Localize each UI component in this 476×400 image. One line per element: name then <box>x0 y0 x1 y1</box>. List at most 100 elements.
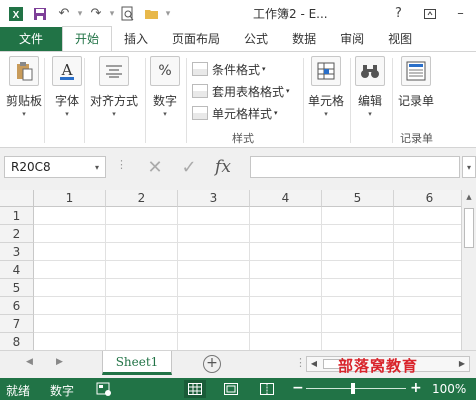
tab-home[interactable]: 开始 <box>62 26 113 51</box>
previous-sheet-icon[interactable]: ◀ <box>26 357 33 367</box>
formula-bar: R20C8 ▾ ⋮ ✕ ✓ fx ▾ <box>0 148 476 190</box>
ribbon-display-options-icon[interactable] <box>414 0 445 27</box>
undo-dropdown-icon[interactable]: ▾ <box>76 9 84 19</box>
page-break-view-icon[interactable] <box>256 380 278 398</box>
cells-icon <box>311 56 341 86</box>
editing-button[interactable]: 编辑 ▾ <box>355 56 385 118</box>
form-icon <box>401 56 431 86</box>
record-group-label: 记录单 <box>400 132 433 145</box>
zoom-level[interactable]: 100% <box>432 382 466 396</box>
divider <box>84 58 85 143</box>
vertical-scrollbar[interactable]: ▲ <box>461 190 476 350</box>
select-all-corner[interactable] <box>0 190 34 207</box>
column-header[interactable]: 6 <box>394 190 461 207</box>
help-button[interactable]: ? <box>383 0 414 27</box>
excel-app-icon[interactable]: X <box>4 2 28 26</box>
drag-handle-icon[interactable]: ⋮ <box>116 158 127 171</box>
name-box[interactable]: R20C8 ▾ <box>4 156 106 178</box>
row-header[interactable]: 1 <box>0 207 34 225</box>
title-bar: X ↶ ▾ ↷ ▾ ▾ 工作簿2 - E... ? – <box>0 0 476 27</box>
customize-toolbar-icon[interactable]: ▾ <box>164 9 172 19</box>
row-header[interactable]: 5 <box>0 279 34 297</box>
open-folder-icon[interactable] <box>140 2 164 26</box>
column-header[interactable]: 1 <box>34 190 106 207</box>
cell-styles-icon <box>192 106 208 120</box>
divider <box>186 58 187 143</box>
svg-text:A: A <box>61 61 73 79</box>
chevron-down-icon: ▾ <box>286 87 290 95</box>
number-label: 数字 <box>152 94 177 108</box>
zoom-slider-thumb[interactable] <box>351 383 355 394</box>
tab-view[interactable]: 视图 <box>376 27 424 51</box>
redo-icon[interactable]: ↷ <box>84 2 108 26</box>
cell-area[interactable] <box>34 207 461 350</box>
scroll-right-icon[interactable]: ▶ <box>455 357 469 371</box>
row-header[interactable]: 8 <box>0 333 34 350</box>
ribbon: 剪贴板 ▾ A 字体 ▾ 对齐方式 ▾ % 数字 ▾ 条件格式 ▾ 套用表格格式 <box>0 51 476 148</box>
alignment-button[interactable]: 对齐方式 ▾ <box>90 56 138 118</box>
clipboard-label: 剪贴板 <box>6 94 43 108</box>
drag-handle-icon[interactable]: ⋮ <box>295 356 306 369</box>
divider <box>44 58 45 143</box>
row-header[interactable]: 3 <box>0 243 34 261</box>
column-header[interactable]: 2 <box>106 190 178 207</box>
number-dropdown-icon: ▾ <box>163 110 167 118</box>
format-as-table-button[interactable]: 套用表格格式 ▾ <box>192 80 290 102</box>
record-form-button[interactable]: 记录单 <box>398 56 434 109</box>
tab-data[interactable]: 数据 <box>280 27 328 51</box>
expand-formula-icon[interactable]: ▾ <box>462 156 476 178</box>
cells-label: 单元格 <box>308 94 345 108</box>
page-layout-view-icon[interactable] <box>220 380 242 398</box>
alignment-dropdown-icon: ▾ <box>112 110 116 118</box>
vertical-scroll-thumb[interactable] <box>464 208 474 248</box>
row-header[interactable]: 4 <box>0 261 34 279</box>
zoom-in-icon[interactable]: + <box>410 380 422 396</box>
styles-group: 条件格式 ▾ 套用表格格式 ▾ 单元格样式 ▾ <box>192 58 290 124</box>
styles-group-label: 样式 <box>232 132 254 145</box>
font-button[interactable]: A 字体 ▾ <box>52 56 82 118</box>
svg-text:X: X <box>13 10 20 21</box>
cell-styles-label: 单元格样式 <box>212 106 273 121</box>
number-button[interactable]: % 数字 ▾ <box>150 56 180 118</box>
print-preview-icon[interactable] <box>116 2 140 26</box>
conditional-formatting-button[interactable]: 条件格式 ▾ <box>192 58 290 80</box>
column-header[interactable]: 4 <box>250 190 322 207</box>
cells-button[interactable]: 单元格 ▾ <box>308 56 344 118</box>
clipboard-button[interactable]: 剪贴板 ▾ <box>6 56 42 118</box>
tab-file[interactable]: 文件 <box>0 27 62 51</box>
worksheet-grid[interactable]: 1 2 3 4 5 6 1 2 3 4 5 6 7 8 <box>0 190 461 350</box>
zoom-slider[interactable] <box>306 388 406 389</box>
chevron-down-icon[interactable]: ▾ <box>95 163 99 172</box>
cancel-icon[interactable]: ✕ <box>138 156 172 178</box>
undo-icon[interactable]: ↶ <box>52 2 76 26</box>
row-header[interactable]: 2 <box>0 225 34 243</box>
column-header[interactable]: 3 <box>178 190 250 207</box>
row-header[interactable]: 7 <box>0 315 34 333</box>
row-header[interactable]: 6 <box>0 297 34 315</box>
format-as-table-icon <box>192 84 208 98</box>
normal-view-icon[interactable] <box>184 380 206 398</box>
minimize-icon[interactable]: – <box>445 0 476 27</box>
zoom-out-icon[interactable]: − <box>292 380 304 396</box>
tab-page-layout[interactable]: 页面布局 <box>160 27 232 51</box>
scroll-up-icon[interactable]: ▲ <box>462 190 476 205</box>
insert-function-icon[interactable]: fx <box>206 156 240 178</box>
column-header[interactable]: 5 <box>322 190 394 207</box>
tab-review[interactable]: 审阅 <box>328 27 376 51</box>
add-sheet-icon[interactable]: + <box>203 355 221 373</box>
enter-check-icon[interactable]: ✓ <box>172 156 206 178</box>
percent-icon: % <box>150 56 180 86</box>
align-icon <box>99 56 129 86</box>
macro-record-icon[interactable] <box>96 381 112 400</box>
save-icon[interactable] <box>28 2 52 26</box>
tab-insert[interactable]: 插入 <box>112 27 160 51</box>
scroll-left-icon[interactable]: ◀ <box>307 357 321 371</box>
formula-input[interactable] <box>250 156 460 178</box>
redo-dropdown-icon[interactable]: ▾ <box>108 9 116 19</box>
watermark: 部落窝教育 <box>338 357 419 375</box>
cell-styles-button[interactable]: 单元格样式 ▾ <box>192 102 290 124</box>
ribbon-tabs: 文件 开始 插入 页面布局 公式 数据 审阅 视图 <box>0 26 476 51</box>
tab-formulas[interactable]: 公式 <box>232 27 280 51</box>
sheet-tab-sheet1[interactable]: Sheet1 <box>102 351 172 375</box>
next-sheet-icon[interactable]: ▶ <box>56 357 63 367</box>
